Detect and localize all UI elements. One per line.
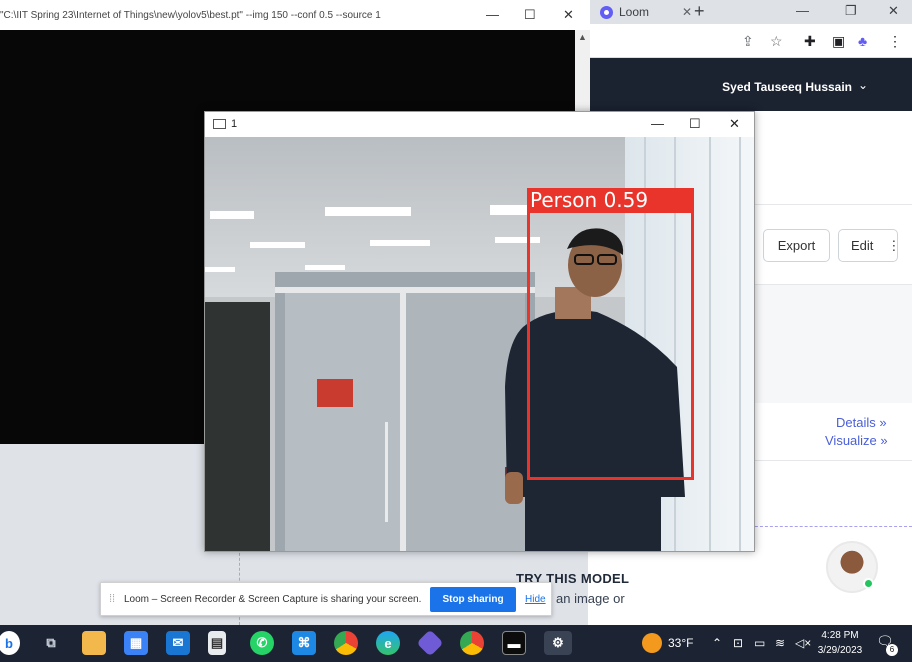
browser-minimize-button[interactable]: — [796,3,809,18]
console-title: "C:\IIT Spring 23\Internet of Things\new… [0,10,381,21]
clock-date: 3/29/2023 [817,645,863,656]
desktop: Loom ✕ + — ❐ ✕ ⇪ ☆ ✚ ▣ ♣ ⋮ Syed Tauseeq … [0,0,912,662]
sharing-message: Loom – Screen Recorder & Screen Capture … [124,594,422,605]
browser-restore-button[interactable]: ❐ [845,3,857,19]
browser-toolbar: ⇪ ☆ ✚ ▣ ♣ ⋮ [588,24,912,58]
online-status-icon [863,578,874,589]
edit-button[interactable]: Edit ⋮ [838,229,901,262]
notepad-icon[interactable]: ▤ [208,631,226,655]
chrome-icon[interactable] [334,631,358,655]
store-icon[interactable]: ▦ [124,631,148,655]
app-header: Syed Tauseeq Hussain ⌄ [588,58,912,111]
meet-now-icon[interactable]: ⊡ [733,636,743,650]
export-button[interactable]: Export [763,229,830,262]
webcam-close-button[interactable]: ✕ [729,116,740,132]
avatar[interactable] [826,541,878,593]
console-maximize-button[interactable]: ☐ [524,7,536,23]
visualize-link[interactable]: Visualize » [825,433,888,448]
side-panel-icon[interactable]: ▣ [832,33,845,50]
extensions-icon[interactable]: ✚ [804,33,816,50]
try-model-subtitle: an image or [556,591,625,606]
task-view-icon[interactable]: ⧉ [39,631,63,655]
browser-menu-icon[interactable]: ⋮ [888,33,902,50]
console-close-button[interactable]: ✕ [563,7,574,23]
clock-time: 4:28 PM [821,630,859,641]
webcam-window: 1 — ☐ ✕ Person 0.59 [204,111,755,552]
browser-close-button[interactable]: ✕ [888,3,899,19]
loom-logo-icon [600,5,613,19]
profile-extension-icon[interactable]: ♣ [858,33,867,49]
user-name[interactable]: Syed Tauseeq Hussain [722,80,852,94]
camera-frame: Person 0.59 [205,137,754,551]
console-minimize-button[interactable]: — [486,7,499,22]
battery-icon[interactable]: ▭ [754,636,765,650]
volume-mute-icon[interactable]: ◁× [795,636,811,650]
share-icon[interactable]: ⇪ [742,33,754,50]
upload-dropzone-border [750,526,912,527]
terminal-icon[interactable]: ▬ [502,631,526,655]
whatsapp-icon[interactable]: ✆ [250,631,274,655]
stop-sharing-button[interactable]: Stop sharing [430,587,516,612]
chrome-profile-icon[interactable] [460,631,484,655]
taskbar: b ⧉ ▦ ✉ ▤ ✆ ⌘ e ▬ ⚙ 33°F ⌃ ⊡ ▭ ≋ ◁× 4:28… [0,625,912,662]
app-icon[interactable] [416,629,444,657]
new-tab-button[interactable]: + [694,1,705,22]
loom-sharing-bar: ⁞⁞ Loom – Screen Recorder & Screen Captu… [100,582,552,616]
tab-close-icon[interactable]: ✕ [682,5,692,19]
mail-icon[interactable]: ✉ [166,631,190,655]
weather-icon[interactable] [642,633,662,653]
detection-label: Person 0.59 [527,188,694,213]
wifi-icon[interactable]: ≋ [775,636,785,650]
edge-icon[interactable]: e [376,631,400,655]
hide-link[interactable]: Hide [525,594,546,605]
python-window-icon[interactable]: ⚙ [544,631,572,655]
browser-tabstrip: Loom ✕ + — ❐ ✕ [588,0,912,24]
window-icon [213,119,226,129]
webcam-maximize-button[interactable]: ☐ [689,116,701,132]
webcam-title: 1 [231,118,238,130]
vscode-icon[interactable]: ⌘ [292,631,316,655]
bing-icon[interactable]: b [0,631,20,655]
tab-loom-label: Loom [619,5,650,19]
clock[interactable]: 4:28 PM 3/29/2023 [810,628,870,658]
edit-menu-icon: ⋮ [887,237,901,253]
chevron-down-icon[interactable]: ⌄ [858,78,868,92]
notification-count: 6 [886,644,898,656]
edit-button-label: Edit [851,238,874,253]
scroll-up-icon[interactable]: ▲ [578,32,587,42]
console-titlebar[interactable]: "C:\IIT Spring 23\Internet of Things\new… [0,0,590,30]
file-explorer-icon[interactable] [82,631,106,655]
webcam-minimize-button[interactable]: — [651,116,664,131]
detection-box [527,188,694,480]
webcam-titlebar[interactable]: 1 — ☐ ✕ [205,112,754,137]
tray-chevron-icon[interactable]: ⌃ [712,636,722,650]
drag-handle-icon[interactable]: ⁞⁞ [109,593,115,605]
tab-loom[interactable]: Loom ✕ [600,0,692,24]
temperature-label[interactable]: 33°F [668,636,693,650]
bookmark-star-icon[interactable]: ☆ [770,33,783,50]
details-link[interactable]: Details » [836,415,887,430]
